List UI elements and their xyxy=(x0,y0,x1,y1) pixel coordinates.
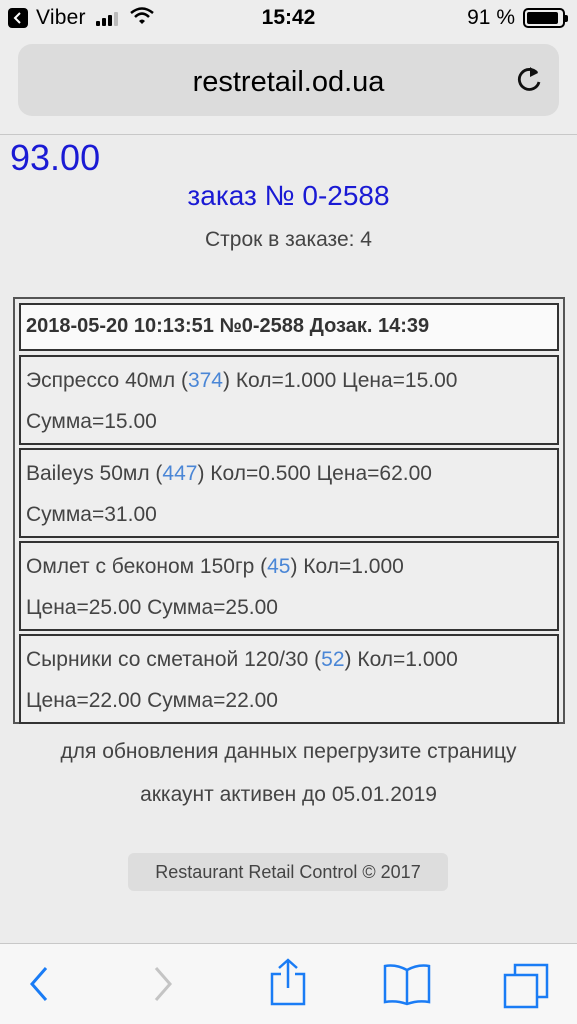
back-icon[interactable] xyxy=(26,964,52,1009)
browser-chrome: restretail.od.ua xyxy=(0,38,577,135)
status-right: 91 % xyxy=(467,6,568,30)
page-content: 93.00 заказ № 0-2588 Строк в заказе: 4 2… xyxy=(0,135,577,943)
order-item: Baileys 50мл (447) Кол=0.500 Цена=62.00 … xyxy=(19,448,559,538)
order-item: Эспрессо 40мл (374) Кол=1.000 Цена=15.00… xyxy=(19,355,559,445)
order-header: 2018-05-20 10:13:51 №0-2588 Дозак. 14:39 xyxy=(19,303,559,351)
item-name: Baileys 50мл ( xyxy=(26,462,163,485)
refresh-hint: для обновления данных перегрузите страни… xyxy=(60,740,517,763)
order-item-line1: Эспрессо 40мл (374) Кол=1.000 Цена=15.00 xyxy=(26,360,557,401)
order-title: заказ № 0-2588 xyxy=(187,180,390,211)
order-item-line2: Сумма=15.00 xyxy=(26,410,157,433)
battery-icon xyxy=(523,8,568,28)
order-item: Сырники со сметаной 120/30 (52) Кол=1.00… xyxy=(19,634,559,724)
item-details: ) Кол=1.000 Цена=15.00 xyxy=(223,369,458,392)
item-name: Эспрессо 40мл ( xyxy=(26,369,188,392)
order-item-line1: Сырники со сметаной 120/30 (52) Кол=1.00… xyxy=(26,639,557,680)
item-name: Сырники со сметаной 120/30 ( xyxy=(26,648,322,671)
order-item-line2: Сумма=31.00 xyxy=(26,503,157,526)
reload-icon[interactable] xyxy=(515,64,543,99)
tabs-icon[interactable] xyxy=(502,962,550,1015)
item-name: Омлет с беконом 150гр ( xyxy=(26,555,268,578)
battery-fill xyxy=(527,12,558,24)
order-item-line2: Цена=25.00 Сумма=25.00 xyxy=(26,596,278,619)
account-active-until: аккаунт активен до 05.01.2019 xyxy=(140,783,437,806)
rows-count: Строк в заказе: 4 xyxy=(205,228,372,251)
item-code-link[interactable]: 52 xyxy=(321,648,344,671)
item-code-link[interactable]: 374 xyxy=(188,369,223,392)
order-item-line1: Омлет с беконом 150гр (45) Кол=1.000 xyxy=(26,546,557,587)
order-item: Омлет с беконом 150гр (45) Кол=1.000 Цен… xyxy=(19,541,559,631)
forward-icon[interactable] xyxy=(150,964,176,1009)
order-table: 2018-05-20 10:13:51 №0-2588 Дозак. 14:39… xyxy=(13,297,565,724)
battery-percent: 91 % xyxy=(467,6,515,29)
share-icon[interactable] xyxy=(268,958,308,1011)
bookmarks-icon[interactable] xyxy=(382,962,432,1011)
footer-copyright: Restaurant Retail Control © 2017 xyxy=(128,853,448,891)
item-details: ) Кол=1.000 xyxy=(290,555,404,578)
item-details: ) Кол=1.000 xyxy=(344,648,458,671)
order-item-line2: Цена=22.00 Сумма=22.00 xyxy=(26,689,278,712)
item-code-link[interactable]: 447 xyxy=(162,462,197,485)
order-item-line1: Baileys 50мл (447) Кол=0.500 Цена=62.00 xyxy=(26,453,557,494)
status-bar: Viber 15:42 91 % xyxy=(0,0,577,38)
url-text[interactable]: restretail.od.ua xyxy=(18,66,559,99)
order-total: 93.00 xyxy=(10,137,101,178)
item-code-link[interactable]: 45 xyxy=(267,555,290,578)
address-bar[interactable]: restretail.od.ua xyxy=(18,44,559,116)
item-details: ) Кол=0.500 Цена=62.00 xyxy=(197,462,432,485)
browser-toolbar xyxy=(0,943,577,1024)
